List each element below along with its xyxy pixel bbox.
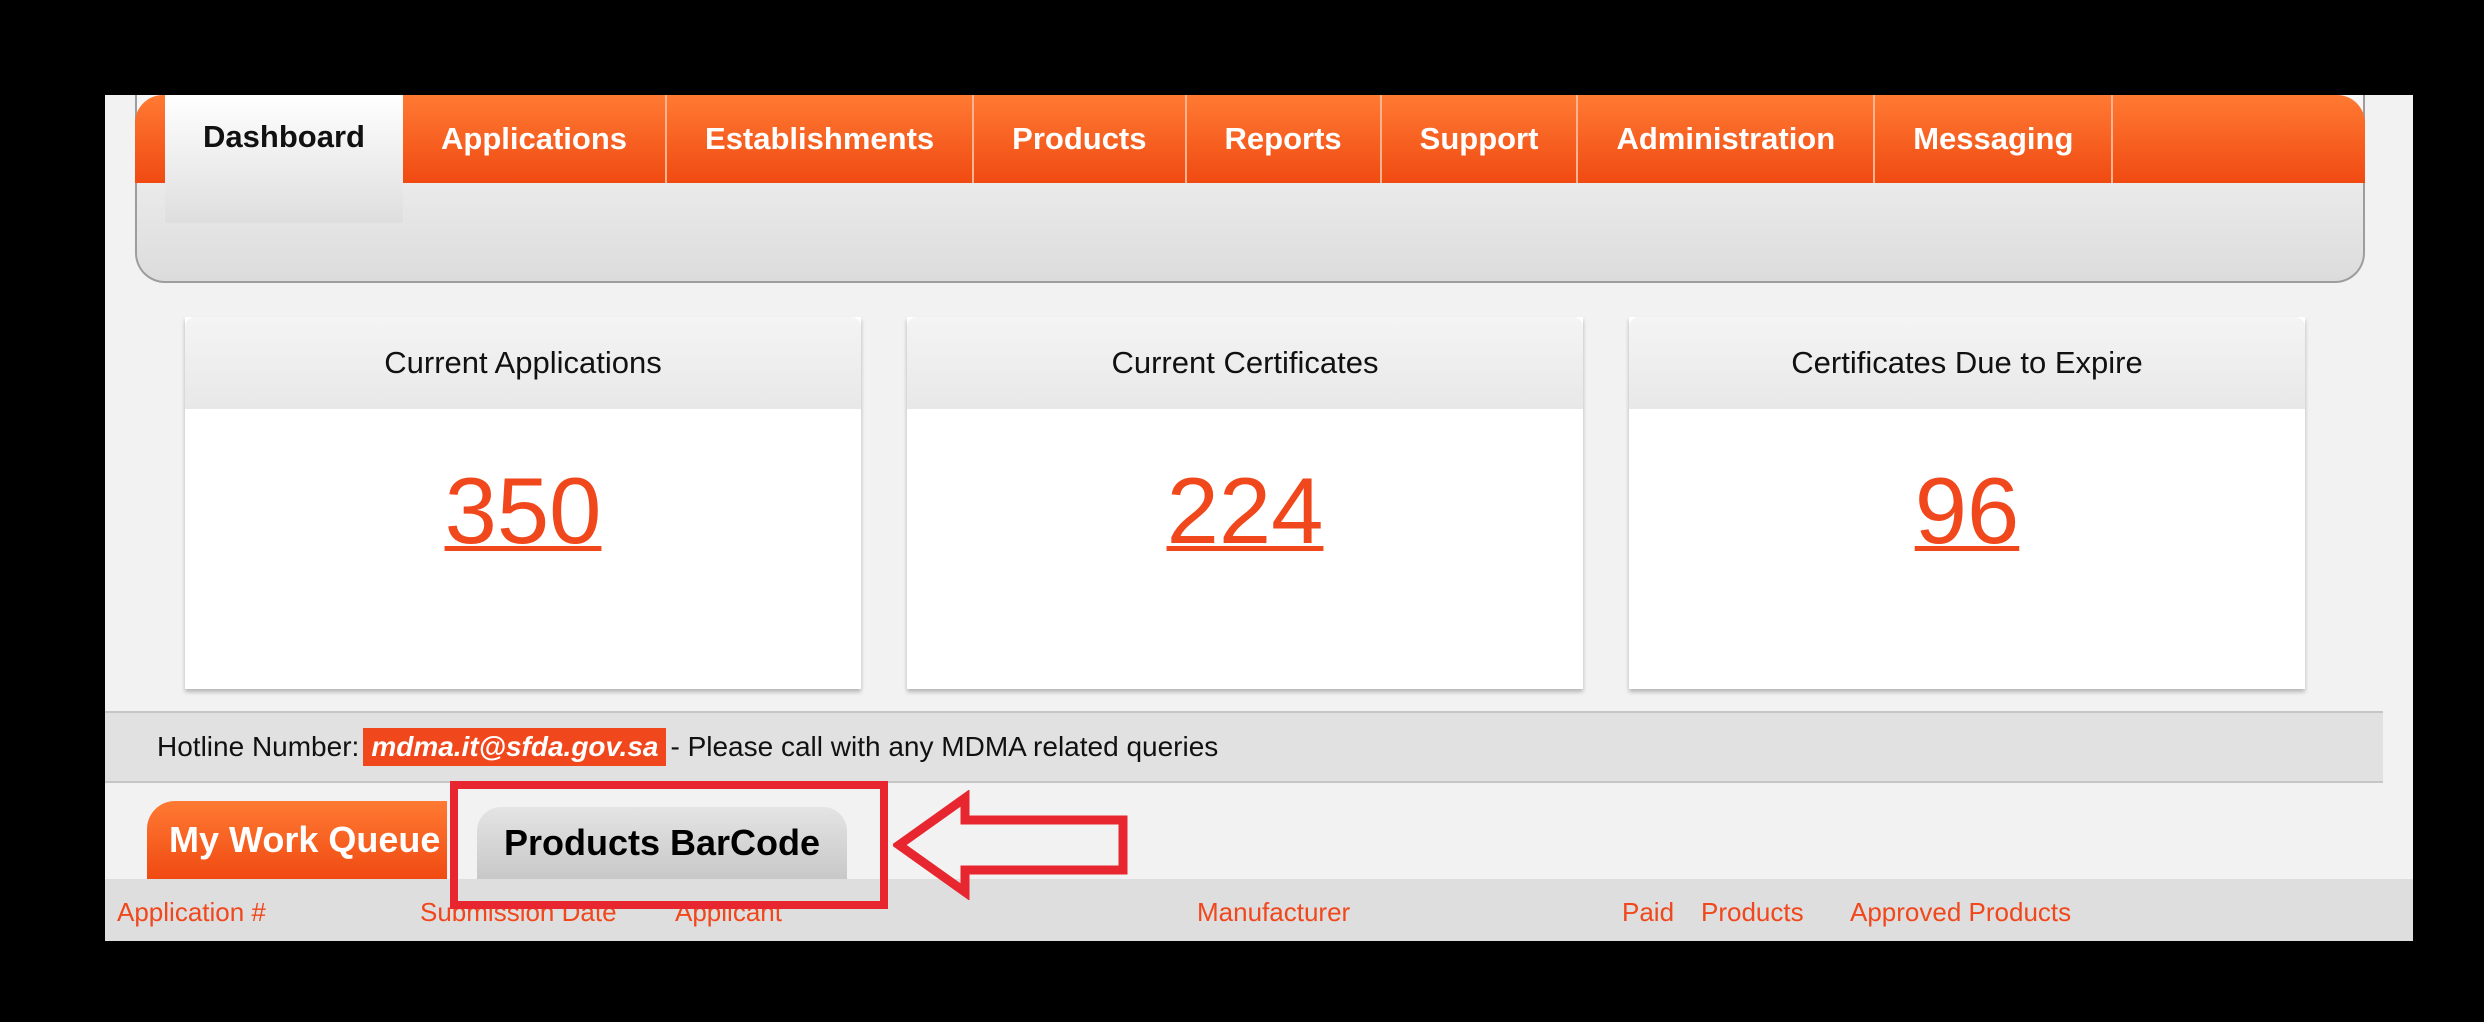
nav-tab-reports[interactable]: Reports bbox=[1187, 95, 1382, 183]
stat-card-title: Current Applications bbox=[185, 317, 861, 409]
hotline-email[interactable]: mdma.it@sfda.gov.sa bbox=[363, 728, 667, 766]
nav-tab-products[interactable]: Products bbox=[974, 95, 1187, 183]
highlight-box bbox=[450, 781, 888, 909]
column-paid[interactable]: Paid bbox=[1622, 897, 1674, 928]
stat-card-title: Current Certificates bbox=[907, 317, 1583, 409]
column-manufacturer[interactable]: Manufacturer bbox=[1197, 897, 1350, 928]
column-approved-products[interactable]: Approved Products bbox=[1850, 897, 2071, 928]
nav-tab-establishments[interactable]: Establishments bbox=[667, 95, 975, 183]
nav-tab-messaging[interactable]: Messaging bbox=[1875, 95, 2114, 183]
column-application-number[interactable]: Application # bbox=[117, 897, 266, 928]
hotline-suffix: - Please call with any MDMA related quer… bbox=[670, 731, 1219, 762]
nav-tab-applications[interactable]: Applications bbox=[403, 95, 668, 183]
nav-tab-dashboard[interactable]: Dashboard bbox=[165, 95, 403, 223]
hotline-bar: Hotline Number: mdma.it@sfda.gov.sa - Pl… bbox=[105, 711, 2383, 783]
column-products[interactable]: Products bbox=[1701, 897, 1804, 928]
current-certificates-count-link[interactable]: 224 bbox=[907, 457, 1583, 565]
tab-my-work-queue[interactable]: My Work Queue bbox=[147, 801, 447, 879]
current-applications-count-link[interactable]: 350 bbox=[185, 457, 861, 565]
nav-tab-administration[interactable]: Administration bbox=[1578, 95, 1876, 183]
certificates-due-count-link[interactable]: 96 bbox=[1629, 457, 2305, 565]
main-nav: Dashboard Applications Establishments Pr… bbox=[135, 95, 2365, 223]
stat-card-current-applications: Current Applications 350 bbox=[185, 317, 861, 689]
hotline-label: Hotline Number: bbox=[157, 731, 360, 762]
nav-tab-support[interactable]: Support bbox=[1382, 95, 1579, 183]
stat-card-title: Certificates Due to Expire bbox=[1629, 317, 2305, 409]
left-arrow-annotation bbox=[893, 790, 1128, 900]
stat-card-current-certificates: Current Certificates 224 bbox=[907, 317, 1583, 689]
stat-card-certificates-due: Certificates Due to Expire 96 bbox=[1629, 317, 2305, 689]
